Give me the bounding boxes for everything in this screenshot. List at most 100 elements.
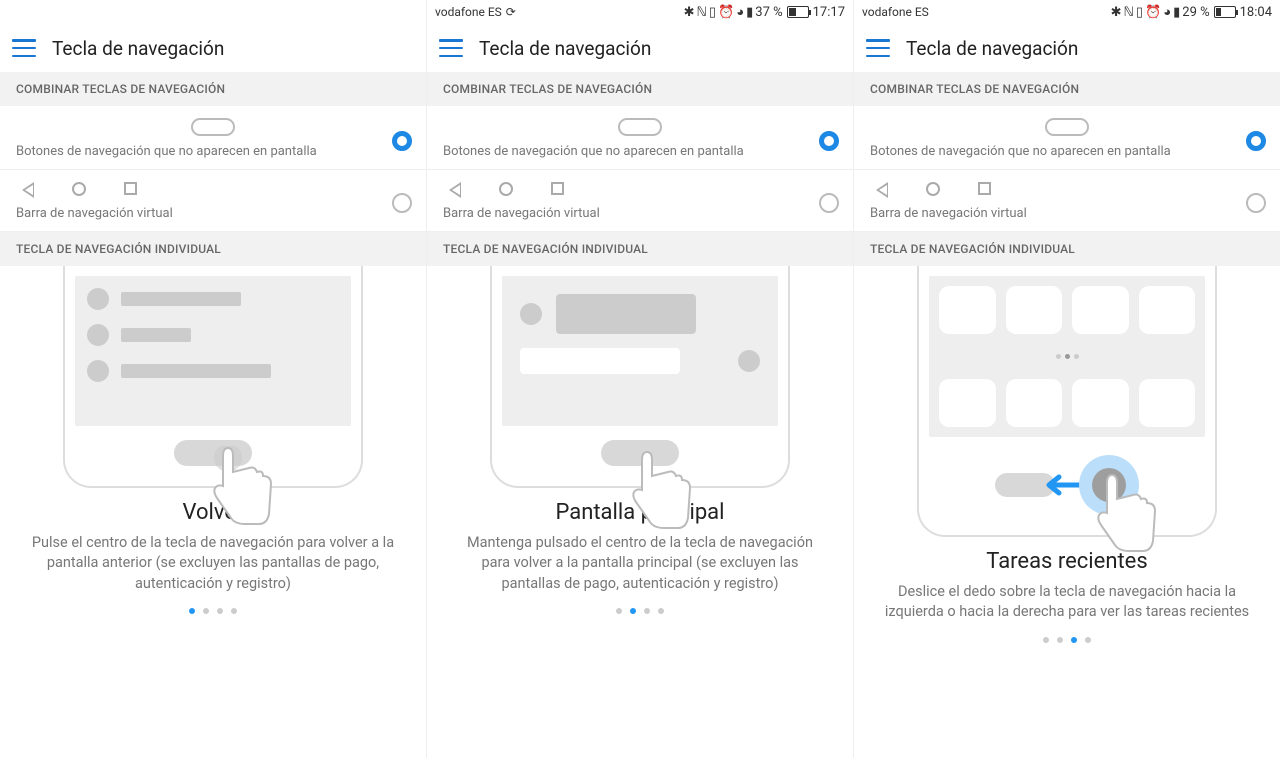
option-virtual-navbar[interactable]: Barra de navegación virtual <box>0 170 426 232</box>
recents-icon <box>124 182 137 195</box>
recents-icon <box>978 182 991 195</box>
dot-icon <box>658 608 664 614</box>
pill-icon <box>618 118 662 136</box>
dot-icon <box>616 608 622 614</box>
section-combine-header: COMBINAR TECLAS DE NAVEGACIÓN <box>0 72 426 106</box>
option-label: Barra de navegación virtual <box>870 206 1264 221</box>
menu-icon[interactable] <box>12 39 36 57</box>
dot-icon <box>217 608 223 614</box>
radio-unselected-icon[interactable] <box>392 193 412 213</box>
home-button-illust <box>174 440 252 466</box>
page-indicator <box>189 608 237 614</box>
wifi-icon: ◕ <box>1163 4 1171 20</box>
section-combine-header: COMBINAR TECLAS DE NAVEGACIÓN <box>854 72 1280 106</box>
option-offscreen-buttons[interactable]: Botones de navegación que no aparecen en… <box>0 106 426 170</box>
battery-pct: 37 % <box>755 5 782 20</box>
option-offscreen-buttons[interactable]: Botones de navegación que no aparecen en… <box>854 106 1280 170</box>
home-icon <box>72 182 86 196</box>
home-icon <box>499 182 513 196</box>
tutorial-card[interactable]: Volver Pulse el centro de la tecla de na… <box>0 266 426 758</box>
alarm-icon: ⏰ <box>1145 5 1161 20</box>
app-bar: Tecla de navegación <box>427 24 853 72</box>
sync-icon: ⟳ <box>506 5 516 19</box>
wifi-icon: ◕ <box>736 4 744 20</box>
bluetooth-icon: ✱ <box>1111 5 1122 20</box>
swipe-illust <box>929 455 1205 515</box>
screen-2: vodafone ES ✱ ℕ ▯ ⏰ ◕ ▮ 29 % 18:04 Tecla… <box>854 0 1280 758</box>
dot-icon <box>1057 637 1063 643</box>
screen-1: vodafone ES ⟳ ✱ ℕ ▯ ⏰ ◕ ▮ 37 % 17:17 Tec… <box>427 0 854 758</box>
option-label: Botones de navegación que no aparecen en… <box>870 144 1264 159</box>
dot-icon <box>1043 637 1049 643</box>
status-bar: vodafone ES ⟳ ✱ ℕ ▯ ⏰ ◕ ▮ 37 % 17:17 <box>427 0 853 24</box>
tutorial-card[interactable]: Pantalla principal Mantenga pulsado el c… <box>427 266 853 758</box>
status-icons: ✱ ℕ ▯ ⏰ ◕ ▮ 29 % 18:04 <box>1111 4 1272 20</box>
radio-selected-icon[interactable] <box>1246 131 1266 151</box>
section-individual-header: TECLA DE NAVEGACIÓN INDIVIDUAL <box>854 232 1280 266</box>
page-indicator <box>1043 637 1091 643</box>
carrier-label: vodafone ES <box>435 5 502 19</box>
nfc-icon: ℕ <box>696 5 706 20</box>
menu-icon[interactable] <box>866 39 890 57</box>
radio-unselected-icon[interactable] <box>819 193 839 213</box>
page-title: Tecla de navegación <box>479 37 651 60</box>
back-icon <box>876 182 888 198</box>
clock-label: 17:17 <box>813 5 845 20</box>
radio-unselected-icon[interactable] <box>1246 193 1266 213</box>
phone-illustration <box>63 266 363 488</box>
app-bar: Tecla de navegación <box>0 24 426 72</box>
battery-icon <box>1214 6 1236 18</box>
screen-0: Tecla de navegación COMBINAR TECLAS DE N… <box>0 0 427 758</box>
dot-icon <box>189 608 195 614</box>
signal-icon: ▮ <box>1173 5 1180 20</box>
status-bar: vodafone ES ✱ ℕ ▯ ⏰ ◕ ▮ 29 % 18:04 <box>854 0 1280 24</box>
status-icons: ✱ ℕ ▯ ⏰ ◕ ▮ 37 % 17:17 <box>684 4 845 20</box>
option-label: Barra de navegación virtual <box>443 206 837 221</box>
navbar-icons <box>16 182 410 198</box>
dot-icon <box>1085 637 1091 643</box>
battery-pct: 29 % <box>1182 5 1209 20</box>
pill-icon <box>191 118 235 136</box>
app-bar: Tecla de navegación <box>854 24 1280 72</box>
section-individual-header: TECLA DE NAVEGACIÓN INDIVIDUAL <box>0 232 426 266</box>
section-combine-header: COMBINAR TECLAS DE NAVEGACIÓN <box>427 72 853 106</box>
nfc-icon: ℕ <box>1123 5 1133 20</box>
app-grid-illust <box>939 286 1195 334</box>
back-icon <box>449 182 461 198</box>
page-title: Tecla de navegación <box>52 37 224 60</box>
section-individual-header: TECLA DE NAVEGACIÓN INDIVIDUAL <box>427 232 853 266</box>
dot-icon <box>231 608 237 614</box>
option-label: Barra de navegación virtual <box>16 206 410 221</box>
dot-icon <box>644 608 650 614</box>
card-description: Deslice el dedo sobre la tecla de navega… <box>866 574 1268 623</box>
phone-illustration <box>490 266 790 488</box>
navbar-icons <box>870 182 1264 198</box>
home-icon <box>926 182 940 196</box>
vibrate-icon: ▯ <box>709 5 716 20</box>
radio-selected-icon[interactable] <box>819 131 839 151</box>
carrier-label: vodafone ES <box>862 5 929 19</box>
menu-icon[interactable] <box>439 39 463 57</box>
finger-tap-icon <box>213 446 283 540</box>
vibrate-icon: ▯ <box>1136 5 1143 20</box>
option-virtual-navbar[interactable]: Barra de navegación virtual <box>427 170 853 232</box>
finger-swipe-icon <box>1097 473 1167 567</box>
pill-icon <box>1045 118 1089 136</box>
option-label: Botones de navegación que no aparecen en… <box>16 144 410 159</box>
dot-icon <box>1071 637 1077 643</box>
signal-icon: ▮ <box>746 5 753 20</box>
radio-selected-icon[interactable] <box>392 131 412 151</box>
back-icon <box>22 182 34 198</box>
option-virtual-navbar[interactable]: Barra de navegación virtual <box>854 170 1280 232</box>
app-grid-illust <box>939 379 1195 427</box>
option-label: Botones de navegación que no aparecen en… <box>443 144 837 159</box>
page-title: Tecla de navegación <box>906 37 1078 60</box>
home-button-illust <box>601 440 679 466</box>
navbar-icons <box>443 182 837 198</box>
clock-label: 18:04 <box>1240 5 1272 20</box>
option-offscreen-buttons[interactable]: Botones de navegación que no aparecen en… <box>427 106 853 170</box>
tutorial-card[interactable]: Tareas recientes Deslice el dedo sobre l… <box>854 266 1280 758</box>
touch-circle-icon <box>1079 455 1139 515</box>
dot-icon <box>203 608 209 614</box>
recents-icon <box>551 182 564 195</box>
